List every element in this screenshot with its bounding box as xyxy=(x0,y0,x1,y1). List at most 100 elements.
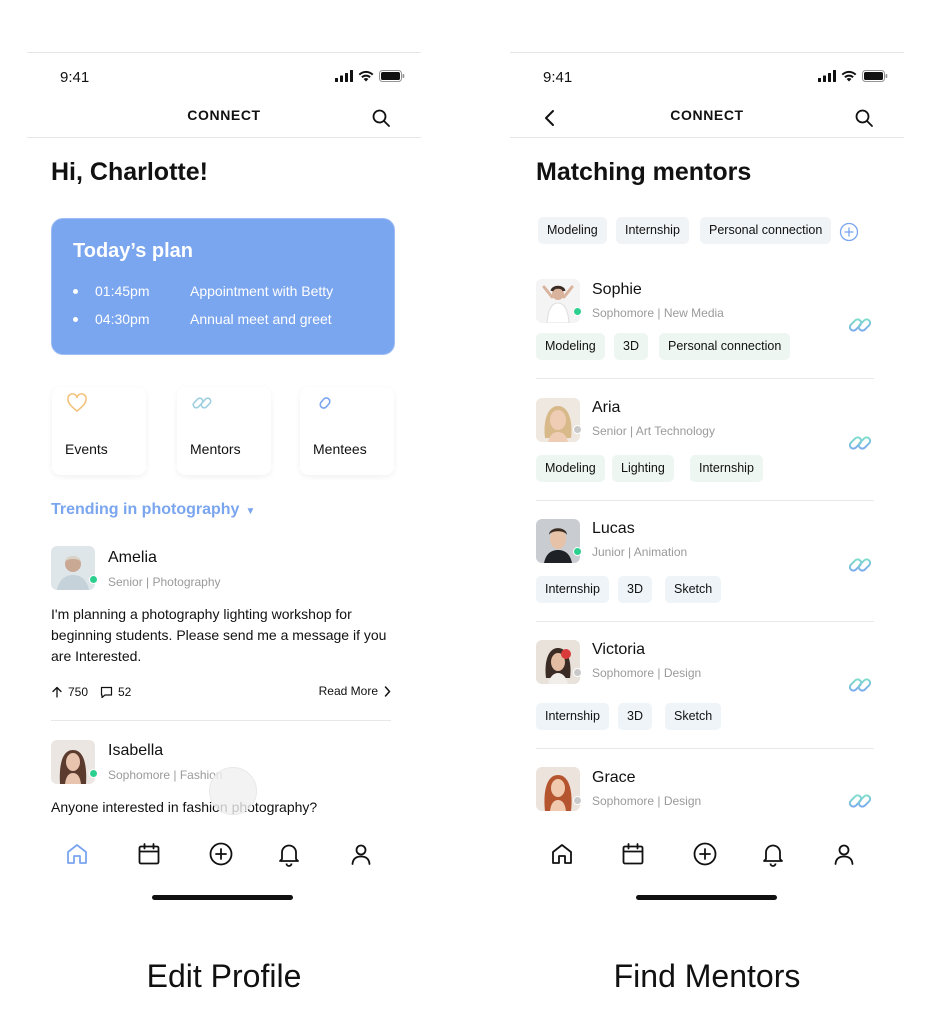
read-more-label: Read More xyxy=(318,684,378,698)
link-icon xyxy=(192,397,212,409)
connect-link-icon[interactable] xyxy=(846,787,874,815)
offline-status-indicator xyxy=(573,668,582,677)
profile-icon[interactable] xyxy=(831,841,857,867)
home-indicator[interactable] xyxy=(152,895,293,900)
avatar xyxy=(536,279,580,323)
todays-plan-card[interactable]: Today’s plan 01:45pm Appointment with Be… xyxy=(51,218,395,355)
mentor-subtitle: Sophomore | Design xyxy=(592,666,702,680)
plan-item: 01:45pm Appointment with Betty xyxy=(73,283,333,299)
filter-chip[interactable]: Internship xyxy=(616,217,689,244)
add-circle-icon[interactable] xyxy=(208,841,234,867)
post-divider xyxy=(51,720,391,721)
wifi-icon xyxy=(841,70,857,82)
battery-icon xyxy=(379,70,405,82)
avatar[interactable] xyxy=(51,740,95,784)
quick-link-mentors[interactable]: Mentors xyxy=(177,387,271,475)
mentor-subtitle: Sophomore | Design xyxy=(592,794,702,808)
home-icon[interactable] xyxy=(549,841,575,867)
mentor-subtitle: Sophomore | New Media xyxy=(592,306,724,320)
search-icon[interactable] xyxy=(854,108,874,128)
quick-link-events[interactable]: Events xyxy=(52,387,146,475)
app-title: CONNECT xyxy=(670,107,744,123)
bell-icon[interactable] xyxy=(760,841,786,867)
comment-icon xyxy=(100,686,113,698)
calendar-icon[interactable] xyxy=(136,841,162,867)
home-icon[interactable] xyxy=(64,841,90,867)
read-more-link[interactable]: Read More xyxy=(319,684,391,698)
mentor-tag: Sketch xyxy=(665,703,722,730)
status-time: 9:41 xyxy=(543,69,573,86)
plan-item-text: Annual meet and greet xyxy=(190,311,332,327)
screen-caption: Edit Profile xyxy=(146,958,302,994)
bell-icon[interactable] xyxy=(276,841,302,867)
avatar-photo xyxy=(536,767,580,811)
quick-link-label: Mentees xyxy=(313,441,367,457)
add-filter-icon[interactable] xyxy=(839,222,859,242)
chevron-right-icon xyxy=(384,685,391,697)
status-bar: 9:41 xyxy=(27,52,421,102)
mentor-tag: 3D xyxy=(614,333,648,360)
greeting-heading: Hi, Charlotte! xyxy=(51,158,208,186)
avatar-photo xyxy=(536,279,580,323)
avatar-photo xyxy=(536,398,580,442)
signal-icon xyxy=(335,70,353,82)
connect-link-icon[interactable] xyxy=(846,429,874,457)
post-author-subtitle: Senior | Photography xyxy=(108,575,221,589)
avatar-photo xyxy=(536,519,580,563)
upvote-button[interactable]: 750 xyxy=(51,685,88,699)
quick-link-label: Mentors xyxy=(190,441,241,457)
connect-link-icon[interactable] xyxy=(846,311,874,339)
avatar[interactable] xyxy=(51,546,95,590)
mentor-divider xyxy=(536,748,874,749)
signal-icon xyxy=(818,70,836,82)
post-body: I'm planning a photography lighting work… xyxy=(51,606,387,664)
connect-link-icon[interactable] xyxy=(846,551,874,579)
quick-link-mentees[interactable]: Mentees xyxy=(300,387,394,475)
mentor-name: Sophie xyxy=(592,281,642,298)
plan-title: Today’s plan xyxy=(73,240,194,262)
search-icon[interactable] xyxy=(371,108,391,128)
filter-chip[interactable]: Personal connection xyxy=(700,217,832,244)
screen-caption: Find Mentors xyxy=(613,958,801,994)
quick-link-label: Events xyxy=(65,441,108,457)
trending-dropdown[interactable]: Trending in photography ▼ xyxy=(51,501,255,519)
arrow-up-icon xyxy=(52,686,62,698)
heart-icon xyxy=(67,393,87,412)
home-indicator[interactable] xyxy=(636,895,777,900)
add-circle-icon[interactable] xyxy=(692,841,718,867)
status-icons xyxy=(335,70,405,82)
post-author-subtitle: Sophomore | Fashion xyxy=(108,768,223,782)
avatar xyxy=(536,398,580,442)
post-author-name[interactable]: Isabella xyxy=(108,742,163,760)
mentor-tag: Sketch xyxy=(665,576,722,603)
bullet xyxy=(73,288,78,294)
avatar-photo xyxy=(51,546,95,590)
mentor-tag: Internship xyxy=(536,576,609,603)
mentor-tag: 3D xyxy=(618,576,652,603)
avatar xyxy=(536,640,580,684)
mentor-tag: 3D xyxy=(618,703,652,730)
avatar-photo xyxy=(536,640,580,684)
mentor-tag: Personal connection xyxy=(659,333,791,360)
mentor-tag: Modeling xyxy=(536,333,605,360)
online-status-indicator xyxy=(573,307,582,316)
status-bar: 9:41 xyxy=(510,52,904,102)
avatar-photo xyxy=(51,740,95,784)
profile-icon[interactable] xyxy=(348,841,374,867)
plan-item: 04:30pm Annual meet and greet xyxy=(73,311,332,327)
status-time: 9:41 xyxy=(60,69,90,86)
mentor-subtitle: Senior | Art Technology xyxy=(592,424,715,438)
offline-status-indicator xyxy=(573,425,582,434)
comments-button[interactable]: 52 xyxy=(100,685,131,699)
calendar-icon[interactable] xyxy=(620,841,646,867)
connect-link-icon[interactable] xyxy=(846,671,874,699)
caret-down-icon: ▼ xyxy=(245,506,256,517)
mentor-name: Aria xyxy=(592,399,621,416)
battery-icon xyxy=(862,70,888,82)
nav-bar: CONNECT xyxy=(510,102,904,138)
page-title: Matching mentors xyxy=(536,158,752,186)
mentor-divider xyxy=(536,500,874,501)
plan-item-time: 04:30pm xyxy=(95,311,150,327)
post-author-name[interactable]: Amelia xyxy=(108,549,157,567)
filter-chip[interactable]: Modeling xyxy=(538,217,607,244)
